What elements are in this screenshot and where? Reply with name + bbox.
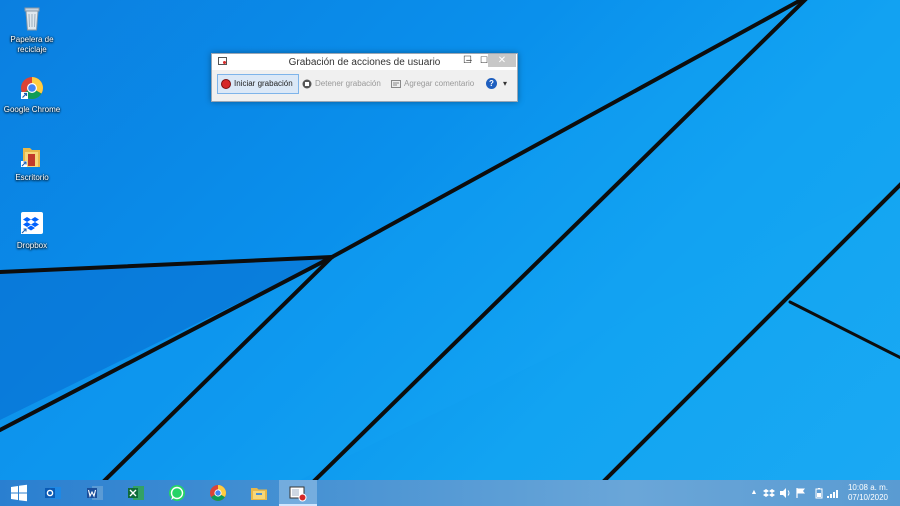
record-icon: [221, 78, 231, 89]
desktop-icon-label: Dropbox: [16, 241, 48, 250]
help-icon: ?: [486, 78, 497, 90]
volume-icon[interactable]: [779, 487, 791, 499]
folder-icon: [21, 148, 40, 167]
clock-time: 10:08 a. m.: [847, 483, 888, 492]
close-button[interactable]: ✕: [488, 54, 516, 67]
desktop-icon-label: Papelera de reciclaje: [10, 35, 54, 54]
stop-recording-button[interactable]: Detener grabación: [299, 74, 383, 94]
clock-date: 07/10/2020: [847, 493, 888, 502]
add-comment-label: Agregar comentario: [404, 79, 475, 88]
window-titlebar[interactable]: Grabación de acciones de usuario – ☐ ☐ ✕: [212, 54, 517, 70]
recorder-toolbar: Iniciar grabación Detener grabación Agre…: [215, 74, 514, 96]
desktop-icon-escritorio[interactable]: Escritorio: [0, 142, 64, 183]
start-recording-button[interactable]: Iniciar grabación: [217, 74, 299, 94]
excel-icon: [128, 486, 144, 500]
desktop-icon-google-chrome[interactable]: Google Chrome: [0, 74, 64, 115]
chrome-icon: [21, 77, 43, 99]
taskbar-clock[interactable]: 10:08 a. m. 07/10/2020: [848, 483, 888, 503]
settings-dropdown-button[interactable]: ▾: [503, 74, 511, 94]
action-center-flag-icon[interactable]: [795, 487, 807, 499]
add-comment-button[interactable]: Agregar comentario: [388, 74, 478, 94]
steps-recorder-window: Grabación de acciones de usuario – ☐ ☐ ✕…: [211, 53, 518, 102]
start-icon: [11, 484, 27, 502]
comment-icon: [391, 79, 401, 88]
stop-recording-label: Detener grabación: [315, 79, 381, 88]
word-icon: [87, 486, 103, 500]
start-recording-label: Iniciar grabación: [234, 79, 293, 88]
stop-icon: [302, 79, 312, 89]
taskbar-steps-recorder[interactable]: [279, 480, 317, 506]
chevron-down-icon: ▾: [503, 79, 508, 88]
dropbox-tray-icon[interactable]: [763, 487, 775, 499]
taskbar: ▲ 10:08 a. m. 07/10/2020: [0, 480, 900, 506]
desktop-icon-label: Google Chrome: [3, 105, 61, 114]
battery-icon[interactable]: [813, 487, 825, 499]
steps-recorder-icon: [289, 486, 307, 502]
taskbar-chrome[interactable]: [199, 480, 237, 506]
desktop-icon-label: Escritorio: [15, 173, 49, 182]
start-button[interactable]: [0, 480, 38, 506]
taskbar-whatsapp[interactable]: [158, 480, 196, 506]
file-explorer-icon: [251, 488, 267, 500]
whatsapp-icon: [169, 485, 185, 501]
taskbar-word[interactable]: [76, 480, 114, 506]
show-hidden-icons-icon[interactable]: ▲: [748, 487, 760, 499]
outlook-icon: [45, 487, 61, 499]
taskbar-outlook[interactable]: [34, 480, 72, 506]
desktop: Papelera de reciclaje Google Chrome Escr…: [0, 0, 900, 480]
chrome-icon: [210, 485, 226, 501]
desktop-icon-dropbox[interactable]: Dropbox: [0, 210, 64, 251]
network-signal-icon[interactable]: [827, 487, 839, 499]
help-button[interactable]: ?: [486, 74, 500, 94]
desktop-icon-recycle-bin[interactable]: Papelera de reciclaje: [0, 4, 64, 55]
taskbar-file-explorer[interactable]: [240, 480, 278, 506]
dropbox-icon: [21, 212, 43, 234]
taskbar-excel[interactable]: [117, 480, 155, 506]
recycle-bin-icon: [24, 7, 40, 31]
